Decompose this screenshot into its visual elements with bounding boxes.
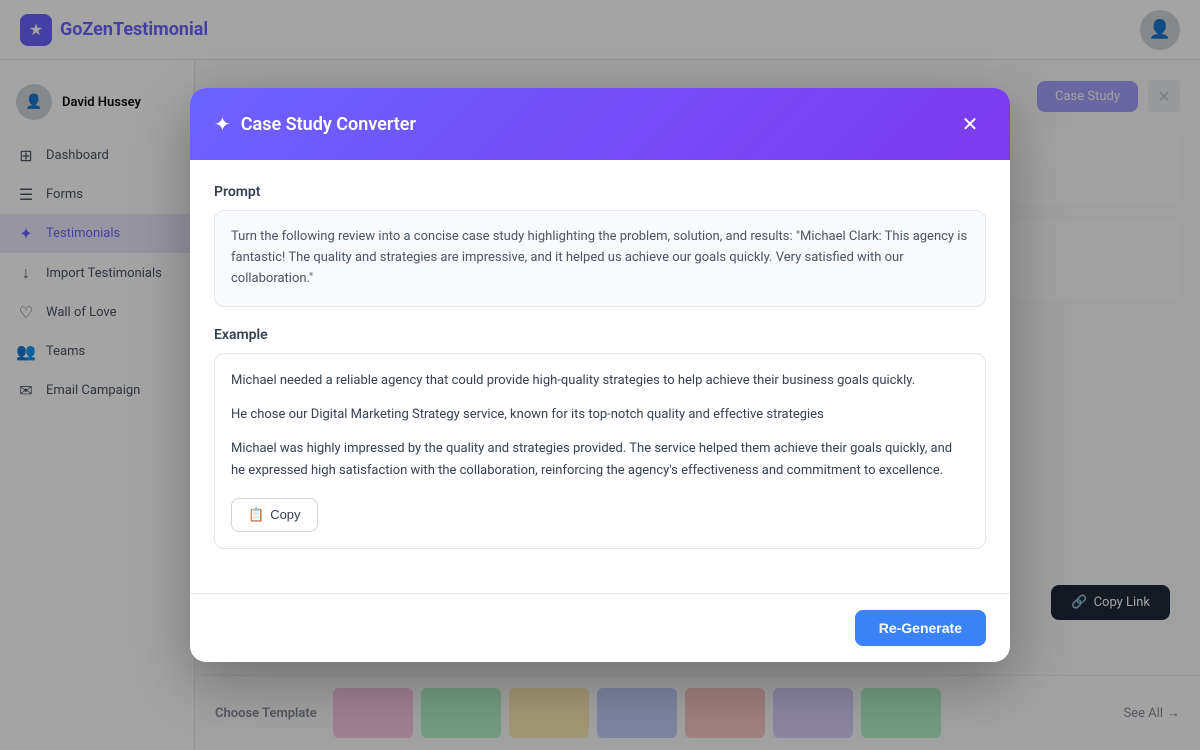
example-section: Example Michael needed a reliable agency… [214,327,986,549]
modal-header: ✦ Case Study Converter ✕ [190,88,1010,160]
copy-button-label: Copy [270,507,300,522]
example-box: Michael needed a reliable agency that co… [214,353,986,549]
modal-header-left: ✦ Case Study Converter [214,112,416,136]
example-paragraph-2: He chose our Digital Marketing Strategy … [231,404,969,426]
example-paragraph-1: Michael needed a reliable agency that co… [231,370,969,392]
modal-body: Prompt Turn the following review into a … [190,160,1010,593]
modal-footer: Re-Generate [190,593,1010,662]
example-label: Example [214,327,986,343]
case-study-modal: ✦ Case Study Converter ✕ Prompt Turn the… [190,88,1010,662]
copy-icon: 📋 [248,507,264,523]
prompt-text: Turn the following review into a concise… [214,210,986,306]
example-paragraph-3: Michael was highly impressed by the qual… [231,438,969,482]
regenerate-button[interactable]: Re-Generate [855,610,986,646]
sparkle-icon: ✦ [214,112,231,136]
modal-overlay: ✦ Case Study Converter ✕ Prompt Turn the… [0,0,1200,750]
prompt-label: Prompt [214,184,986,200]
prompt-section: Prompt Turn the following review into a … [214,184,986,306]
copy-button[interactable]: 📋 Copy [231,498,318,532]
modal-title: Case Study Converter [241,114,416,135]
modal-close-button[interactable]: ✕ [954,108,986,140]
